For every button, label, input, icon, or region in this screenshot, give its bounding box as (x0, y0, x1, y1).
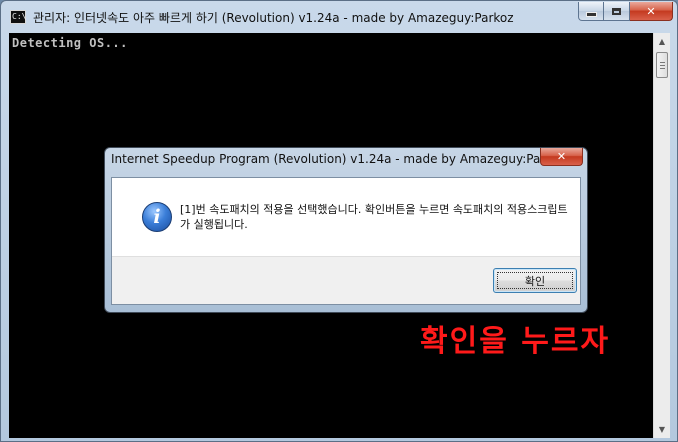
maximize-icon (612, 7, 621, 15)
minimize-button[interactable] (578, 2, 604, 21)
ok-button[interactable]: 확인 (493, 268, 577, 293)
dialog-footer: 확인 (112, 256, 580, 304)
scroll-thumb[interactable] (656, 52, 668, 78)
minimize-icon (585, 11, 597, 17)
grip-line (660, 65, 665, 66)
close-icon: ✕ (556, 150, 567, 163)
grip-line (660, 68, 665, 69)
message-dialog: Internet Speedup Program (Revolution) v1… (104, 147, 588, 313)
grip-line (660, 62, 665, 63)
info-icon: i (142, 202, 172, 232)
annotation-text: 확인을 누르자 (420, 324, 611, 359)
chevron-up-icon: ▲ (658, 37, 666, 46)
dialog-message: [1]번 속도패치의 적용을 선택했습니다. 확인버튼을 누르면 속도패치의 적… (180, 203, 568, 231)
vertical-scrollbar[interactable]: ▲ ▼ (653, 33, 670, 438)
dialog-title: Internet Speedup Program (Revolution) v1… (111, 152, 566, 166)
close-icon: ✕ (646, 4, 656, 18)
title-bar[interactable]: C:\ 관리자: 인터넷속도 아주 빠르게 하기 (Revolution) v1… (1, 1, 677, 33)
scroll-up-button[interactable]: ▲ (654, 33, 670, 50)
console-window: C:\ 관리자: 인터넷속도 아주 빠르게 하기 (Revolution) v1… (0, 0, 678, 442)
caption-buttons: ✕ (578, 2, 673, 22)
cmd-app-icon[interactable]: C:\ (10, 10, 26, 24)
maximize-button[interactable] (604, 2, 630, 21)
window-title: 관리자: 인터넷속도 아주 빠르게 하기 (Revolution) v1.24a… (33, 11, 514, 25)
close-button[interactable]: ✕ (630, 2, 673, 21)
scroll-down-button[interactable]: ▼ (654, 421, 670, 438)
chevron-down-icon: ▼ (658, 425, 666, 434)
focus-rectangle (497, 272, 573, 289)
console-output: Detecting OS... (12, 36, 128, 50)
dialog-body: i [1]번 속도패치의 적용을 선택했습니다. 확인버튼을 누르면 속도패치의… (111, 177, 581, 305)
dialog-close-button[interactable]: ✕ (540, 148, 583, 166)
